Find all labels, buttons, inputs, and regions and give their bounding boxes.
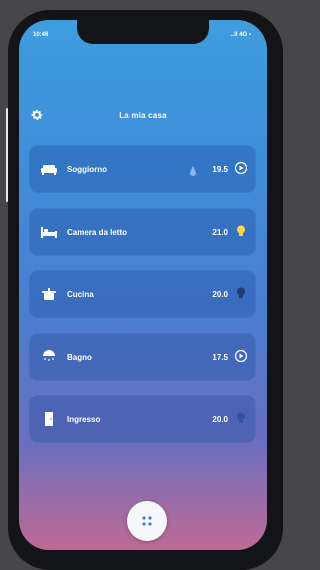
- status-signal: ..ll 4G ▪: [230, 32, 251, 38]
- room-card-soggiorno[interactable]: Soggiorno 19.5: [29, 145, 256, 193]
- sofa-icon: [41, 162, 57, 176]
- side-button: [6, 108, 8, 202]
- room-card-ingresso[interactable]: Ingresso 20.0: [29, 395, 256, 443]
- shower-icon: [41, 350, 57, 364]
- app-screen: 10:46 ..ll 4G ▪ La mia casa Soggiorno 19…: [19, 20, 267, 550]
- room-card-bagno[interactable]: Bagno 17.5: [29, 333, 256, 381]
- bulb-off-icon[interactable]: [234, 286, 248, 300]
- room-card-cucina[interactable]: Cucina 20.0: [29, 270, 256, 318]
- room-temperature: 19.5: [212, 165, 228, 174]
- room-label: Ingresso: [67, 415, 101, 424]
- drop-icon: [190, 163, 196, 176]
- play-circle-icon[interactable]: [234, 161, 248, 175]
- bulb-icon[interactable]: [234, 224, 248, 238]
- room-temperature: 20.0: [212, 290, 228, 299]
- door-icon: [41, 412, 57, 426]
- notch: [77, 20, 209, 44]
- room-label: Cucina: [67, 290, 94, 299]
- play-circle-icon[interactable]: [234, 349, 248, 363]
- room-card-camera-da-letto[interactable]: Camera da letto 21.0: [29, 208, 256, 256]
- bed-icon: [41, 225, 57, 239]
- room-temperature: 17.5: [212, 353, 228, 362]
- room-label: Soggiorno: [67, 165, 107, 174]
- status-time: 10:46: [33, 32, 49, 38]
- grid-dots-icon: [140, 514, 154, 528]
- room-temperature: 21.0: [212, 228, 228, 237]
- room-label: Bagno: [67, 353, 92, 362]
- bulb-off-icon[interactable]: [234, 411, 248, 425]
- menu-button[interactable]: [127, 501, 167, 541]
- page-title: La mia casa: [119, 111, 167, 120]
- room-label: Camera da letto: [67, 228, 128, 237]
- room-temperature: 20.0: [212, 415, 228, 424]
- pot-icon: [41, 287, 57, 301]
